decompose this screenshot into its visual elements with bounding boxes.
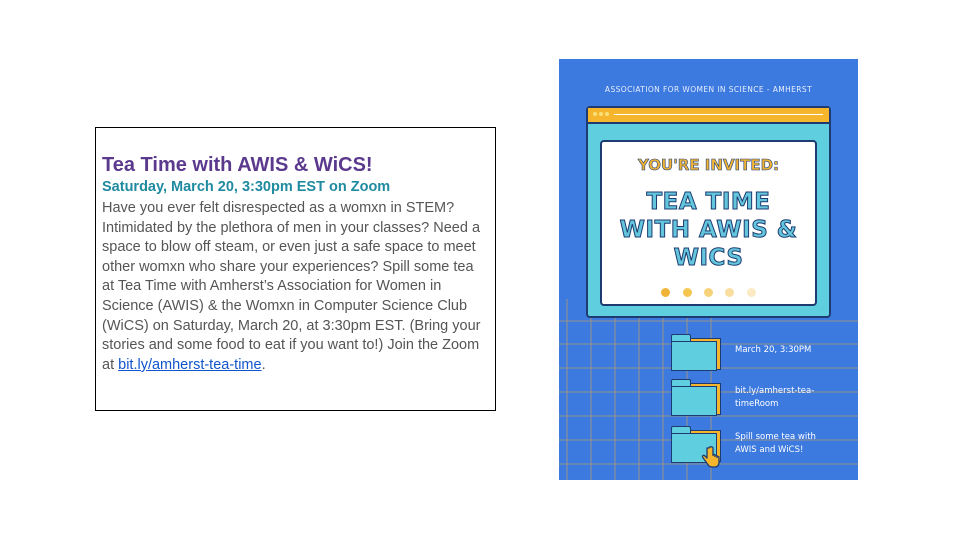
dot-icon [704, 288, 713, 297]
dot-icon [661, 288, 671, 297]
zoom-link[interactable]: bit.ly/amherst-tea-time [118, 357, 261, 373]
event-poster: ASSOCIATION FOR WOMEN IN SCIENCE - AMHER… [559, 59, 858, 480]
event-title: Tea Time with AWIS & WiCS! [102, 154, 373, 176]
poster-item-tea-line2: AWIS and WiCS! [735, 445, 804, 455]
event-description-box: Tea Time with AWIS & WiCS! Saturday, Mar… [95, 127, 496, 411]
folder-icon [671, 379, 721, 416]
poster-title: TEA TIME WITH AWIS & WICS [602, 188, 815, 272]
browser-window: YOU'RE INVITED: TEA TIME WITH AWIS & WIC… [586, 106, 831, 318]
window-dot-icon [593, 112, 597, 116]
poster-item-link-line1: bit.ly/amherst-tea- [735, 386, 815, 396]
folder-icon [671, 334, 721, 371]
poster-title-line1: TEA TIME [646, 189, 771, 216]
poster-item-tea: Spill some tea with AWIS and WiCS! [735, 431, 845, 457]
window-dot-icon [599, 112, 603, 116]
poster-title-line3: WICS [673, 245, 744, 272]
poster-title-line2: WITH AWIS & [619, 217, 798, 244]
poster-item-tea-line1: Spill some tea with [735, 432, 816, 442]
poster-header: ASSOCIATION FOR WOMEN IN SCIENCE - AMHER… [604, 85, 813, 94]
hand-pointer-icon [701, 446, 720, 468]
dot-icon [746, 288, 756, 297]
invited-heading: YOU'RE INVITED: [637, 156, 780, 175]
dot-icon [725, 288, 735, 297]
poster-item-date-text: March 20, 3:30PM [735, 345, 812, 355]
event-datetime: Saturday, March 20, 3:30pm EST on Zoom [102, 179, 391, 195]
event-body-text: Have you ever felt disrespected as a wom… [102, 200, 481, 373]
poster-item-date: March 20, 3:30PM [735, 344, 845, 357]
event-body-end: . [261, 356, 266, 373]
invite-panel: YOU'RE INVITED: TEA TIME WITH AWIS & WIC… [600, 140, 817, 306]
poster-item-link-line2: timeRoom [735, 399, 779, 409]
progress-dots [602, 284, 815, 302]
window-titlebar [588, 108, 829, 124]
window-dot-icon [605, 112, 609, 116]
poster-item-link: bit.ly/amherst-tea- timeRoom [735, 385, 845, 411]
event-body: Have you ever felt disrespected as a wom… [102, 199, 489, 375]
titlebar-line [614, 114, 823, 115]
dot-icon [682, 288, 692, 297]
